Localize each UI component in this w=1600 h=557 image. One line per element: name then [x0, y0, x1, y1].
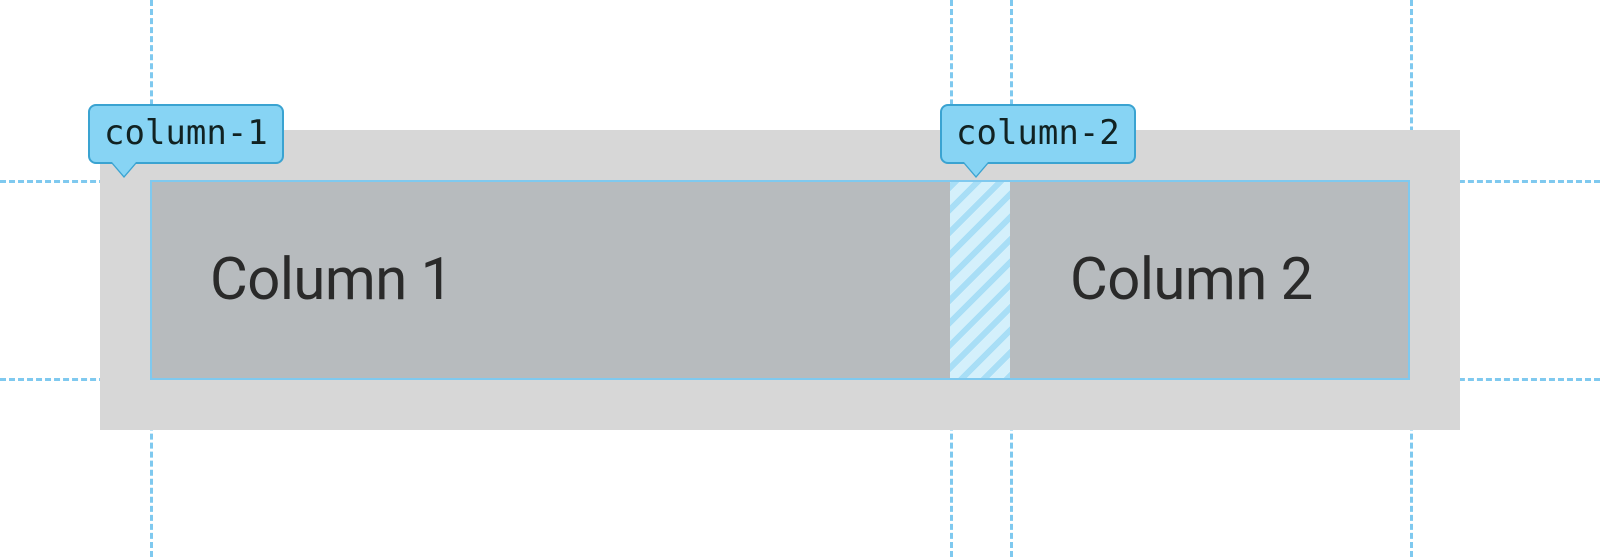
grid-cell-2: Column 2 [1010, 180, 1410, 380]
track-label-text: column-2 [956, 113, 1120, 153]
css-grid: Column 1 Column 2 [150, 180, 1410, 380]
track-label-column-1: column-1 [88, 104, 284, 164]
track-label-text: column-1 [104, 113, 268, 153]
cell-2-label: Column 2 [1070, 246, 1313, 314]
grid-container: Column 1 Column 2 [100, 130, 1460, 430]
grid-inspector-diagram: Column 1 Column 2 column-1 column-2 [0, 0, 1600, 557]
track-label-column-2: column-2 [940, 104, 1136, 164]
cell-1-label: Column 1 [210, 246, 453, 314]
grid-gap-overlay [950, 180, 1010, 380]
grid-cell-1: Column 1 [150, 180, 950, 380]
